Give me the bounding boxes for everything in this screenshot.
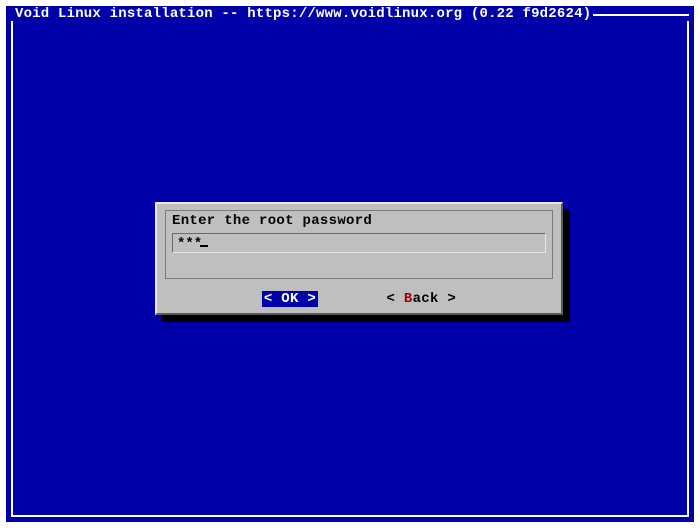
ok-button[interactable]: < OK > (262, 291, 318, 307)
title-bar: Void Linux installation -- https://www.v… (7, 7, 693, 25)
root-password-input[interactable]: *** (172, 233, 546, 253)
window-title: Void Linux installation -- https://www.v… (13, 6, 593, 22)
dialog-inner: Enter the root password *** (165, 210, 553, 279)
prompt-label: Enter the root password (172, 213, 546, 229)
password-dialog: Enter the root password *** < OK > < Bac… (155, 202, 563, 315)
installer-screen: Void Linux installation -- https://www.v… (6, 6, 694, 522)
button-row: < OK > < Back > (157, 291, 561, 307)
text-cursor (200, 235, 208, 247)
back-button[interactable]: < Back > (387, 291, 457, 307)
password-value: *** (177, 236, 202, 252)
